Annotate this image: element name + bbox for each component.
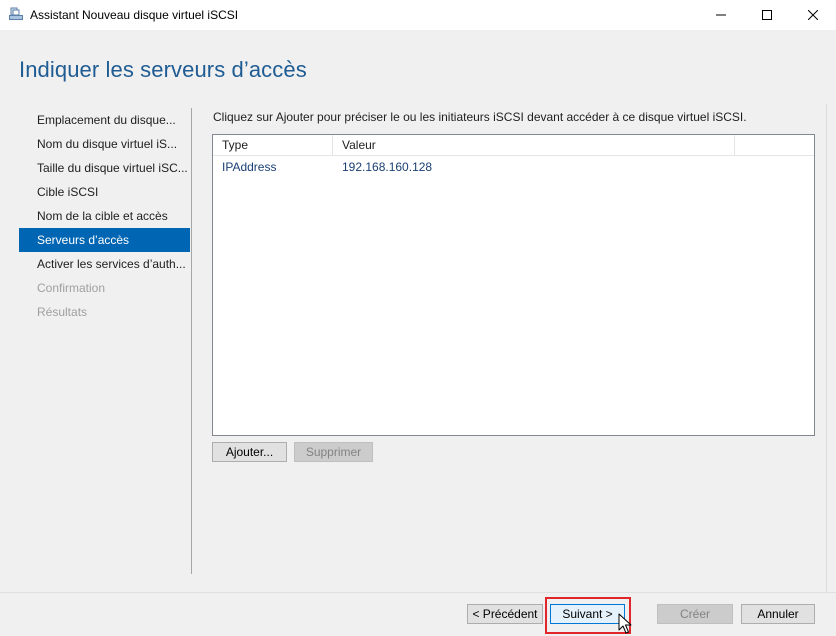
- column-header-empty: [735, 135, 814, 156]
- close-button[interactable]: [790, 0, 836, 30]
- nav-item-services-auth[interactable]: Activer les services d’auth...: [19, 252, 190, 276]
- next-button[interactable]: Suivant >: [550, 604, 625, 624]
- nav-item-confirmation: Confirmation: [37, 281, 106, 295]
- nav-item-taille-disque[interactable]: Taille du disque virtuel iSC...: [19, 156, 190, 180]
- maximize-button[interactable]: [744, 0, 790, 30]
- nav-item-resultats: Résultats: [37, 305, 88, 319]
- create-button: Créer: [657, 604, 733, 624]
- wizard-step-nav: Emplacement du disque... Nom du disque v…: [19, 108, 190, 324]
- nav-item-serveurs-acces[interactable]: Serveurs d’accès: [19, 228, 190, 252]
- cell-value: 192.168.160.128: [342, 160, 433, 174]
- window-title: Assistant Nouveau disque virtuel iSCSI: [30, 8, 239, 22]
- column-header-type[interactable]: Type: [213, 135, 333, 156]
- table-row[interactable]: IPAddress 192.168.160.128: [213, 157, 814, 177]
- title-bar: Assistant Nouveau disque virtuel iSCSI: [0, 0, 836, 30]
- cell-type: IPAddress: [222, 160, 277, 174]
- minimize-button[interactable]: [698, 0, 744, 30]
- previous-button[interactable]: < Précédent: [467, 604, 543, 624]
- cancel-button[interactable]: Annuler: [741, 604, 815, 624]
- nav-item-emplacement[interactable]: Emplacement du disque...: [19, 108, 190, 132]
- nav-item-nom-cible[interactable]: Nom de la cible et accès: [19, 204, 190, 228]
- minimize-icon: [716, 14, 726, 16]
- wizard-window: Assistant Nouveau disque virtuel iSCSI I…: [0, 0, 836, 636]
- close-icon: [808, 10, 818, 20]
- add-button[interactable]: Ajouter...: [212, 442, 287, 462]
- remove-button: Supprimer: [294, 442, 373, 462]
- body-right-border: [826, 104, 827, 592]
- nav-item-nom-disque[interactable]: Nom du disque virtuel iS...: [19, 132, 190, 156]
- column-header-value[interactable]: Valeur: [333, 135, 735, 156]
- nav-item-cible-iscsi[interactable]: Cible iSCSI: [19, 180, 190, 204]
- instruction-text: Cliquez sur Ajouter pour préciser le ou …: [213, 110, 747, 124]
- nav-divider: [191, 108, 192, 574]
- list-header: Type Valeur: [213, 135, 814, 156]
- page-title: Indiquer les serveurs d’accès: [19, 57, 307, 82]
- maximize-icon: [762, 10, 772, 20]
- iscsi-disk-icon: [9, 7, 23, 20]
- initiator-list[interactable]: Type Valeur IPAddress 192.168.160.128: [212, 134, 815, 436]
- wizard-header: Indiquer les serveurs d’accès: [0, 30, 836, 104]
